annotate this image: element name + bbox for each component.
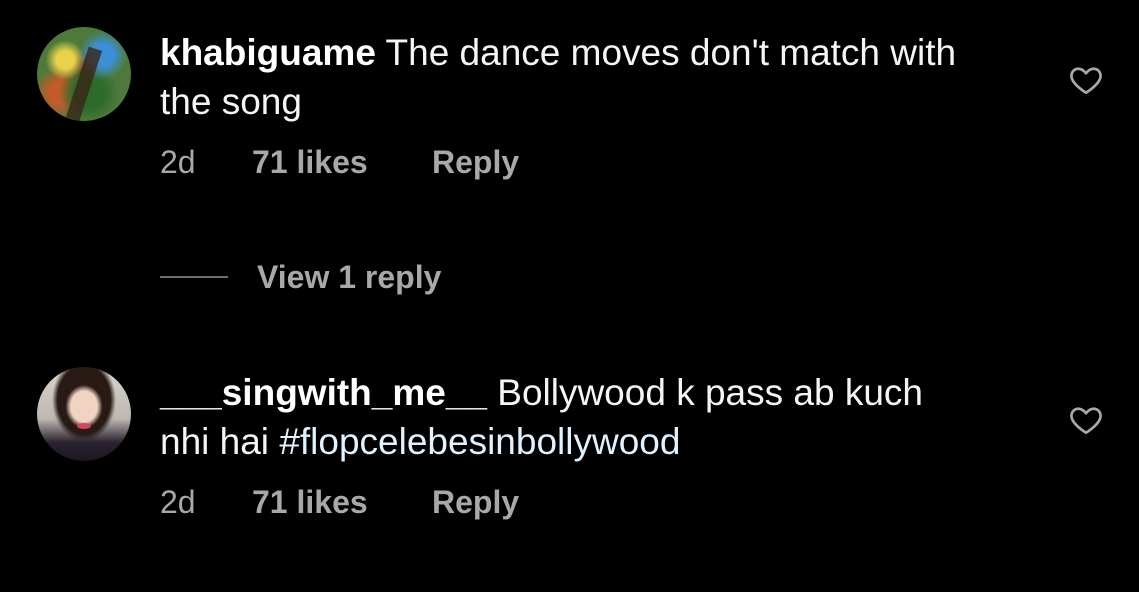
likes-count[interactable]: 71 likes [252,484,432,521]
comment-time: 2d [160,144,196,180]
view-replies-label[interactable]: View 1 reply [257,259,441,296]
heart-icon[interactable] [1068,62,1104,98]
heart-icon[interactable] [1068,402,1104,438]
comment-text: ___singwith_me__ Bollywood k pass ab kuc… [160,368,980,466]
comment-text: khabiguame The dance moves don't match w… [160,28,980,126]
user-avatar[interactable] [37,367,131,461]
comments-screen: khabiguame The dance moves don't match w… [0,0,1139,592]
reply-button[interactable]: Reply [432,484,519,521]
comment-username[interactable]: khabiguame [160,32,376,73]
comment-username[interactable]: ___singwith_me__ [160,372,487,413]
comment-time: 2d [160,484,196,520]
comment-meta: 2d 71 likes Reply [160,144,519,181]
hashtag-link[interactable]: #flopcelebesinbollywood [279,421,680,462]
view-replies-button[interactable]: View 1 reply [160,255,441,299]
comment-meta: 2d 71 likes Reply [160,484,519,521]
reply-button[interactable]: Reply [432,144,519,181]
replies-divider [160,276,228,278]
user-avatar[interactable] [37,27,131,121]
likes-count[interactable]: 71 likes [252,144,432,181]
